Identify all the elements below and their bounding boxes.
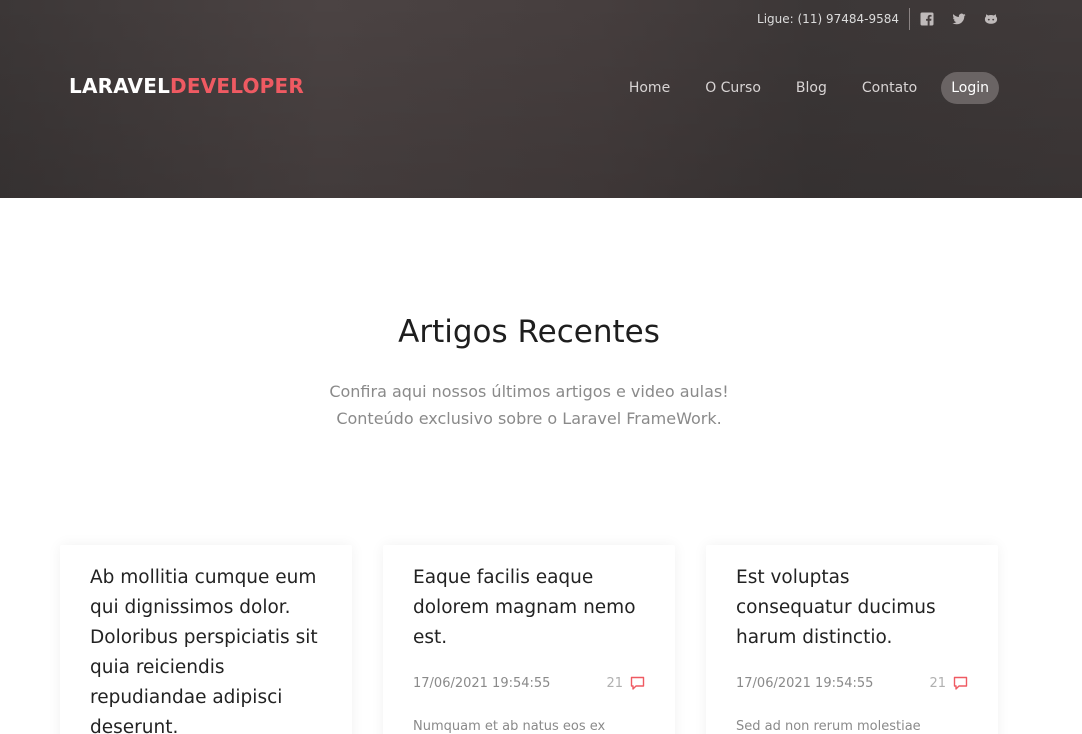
site-logo[interactable]: LARAVELDEVELOPER [69,74,304,98]
article-meta: 17/06/2021 19:54:55 21 [413,673,645,693]
article-card[interactable]: Eaque facilis eaque dolorem magnam nemo … [383,545,675,734]
article-meta: 17/06/2021 19:54:55 21 [736,673,968,693]
topbar-divider [909,8,910,30]
article-card[interactable]: Est voluptas consequatur ducimus harum d… [706,545,998,734]
nav-home[interactable]: Home [619,72,680,104]
top-bar: Ligue: (11) 97484-9584 [757,8,998,30]
section-subtitle-line-1: Confira aqui nossos últimos artigos e vi… [329,382,729,401]
comment-count[interactable]: 21 [929,676,968,691]
article-date: 17/06/2021 19:54:55 [413,675,551,691]
comment-icon [953,676,968,691]
article-title[interactable]: Ab mollitia cumque eum qui dignissimos d… [90,563,322,734]
article-date: 17/06/2021 19:54:55 [736,675,874,691]
logo-text-developer: DEVELOPER [170,74,304,98]
social-links [920,12,998,26]
article-title[interactable]: Est voluptas consequatur ducimus harum d… [736,563,968,653]
comment-count-number: 21 [929,675,946,691]
nav-o-curso[interactable]: O Curso [695,72,771,104]
comment-icon [630,676,645,691]
section-subtitle: Confira aqui nossos últimos artigos e vi… [0,378,1058,432]
login-button[interactable]: Login [941,72,999,104]
article-card[interactable]: Ab mollitia cumque eum qui dignissimos d… [60,545,352,734]
facebook-icon[interactable] [920,12,934,26]
article-excerpt: Numquam et ab natus eos ex [413,719,606,734]
comment-count-number: 21 [606,675,623,691]
nav-contato[interactable]: Contato [852,72,927,104]
site-header: Ligue: (11) 97484-9584 LARAVELDEVELOPER … [0,0,1082,198]
logo-text-laravel: LARAVEL [69,74,171,98]
article-excerpt: Sed ad non rerum molestiae [736,719,921,734]
article-title[interactable]: Eaque facilis eaque dolorem magnam nemo … [413,563,645,653]
github-icon[interactable] [984,12,998,26]
comment-count[interactable]: 21 [606,676,645,691]
section-subtitle-line-2: Conteúdo exclusivo sobre o Laravel Frame… [336,409,722,428]
nav-blog[interactable]: Blog [786,72,837,104]
section-title: Artigos Recentes [398,314,660,350]
twitter-icon[interactable] [952,12,966,26]
main-nav: Home O Curso Blog Contato Login [604,72,999,104]
phone-number: Ligue: (11) 97484-9584 [757,12,899,26]
